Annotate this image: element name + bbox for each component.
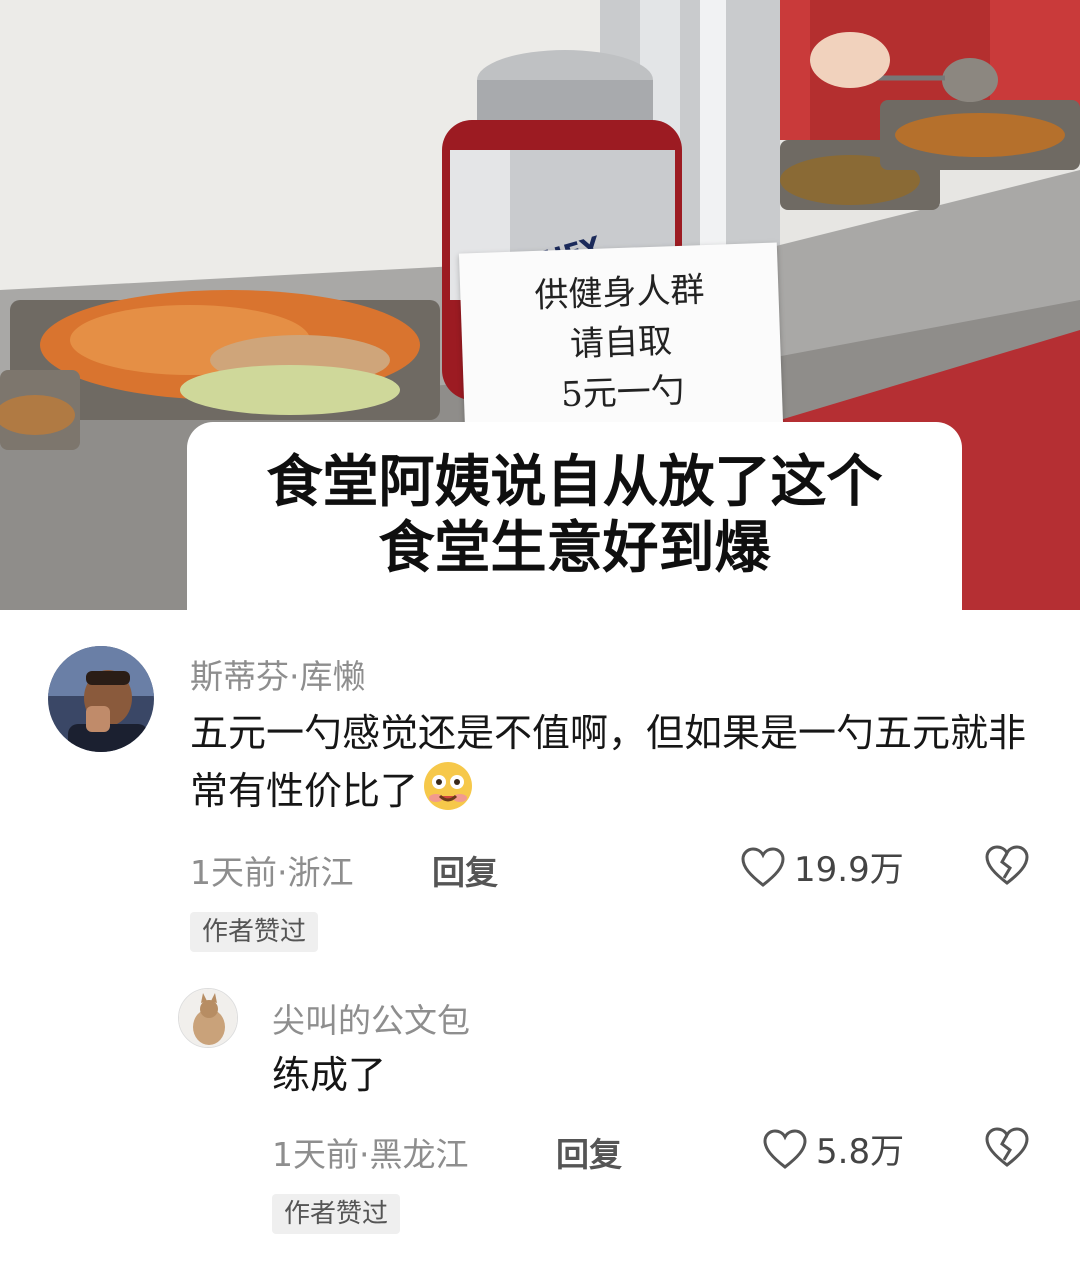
comment-text: 练成了 xyxy=(272,1053,387,1097)
comment-text-content: 五元一勺感觉还是不值啊，但如果是一勺五元就非常有性价比了 xyxy=(190,711,1027,813)
comment-time-location: 1天前·浙江 xyxy=(190,853,354,892)
author-liked-badge: 作者赞过 xyxy=(272,1194,401,1234)
like-count: 5.8万 xyxy=(816,1132,905,1172)
heart-outline-icon xyxy=(741,846,785,887)
reply-button[interactable]: 回复 xyxy=(556,1128,622,1176)
like-count: 19.9万 xyxy=(794,850,904,890)
comment-username[interactable]: 尖叫的公文包 xyxy=(272,994,470,1042)
reply-comment-item: 尖叫的公文包 练成了 1天前·黑龙江 回复 5.8万 作者赞过 xyxy=(0,960,1080,1262)
heart-outline-icon xyxy=(763,1128,807,1169)
avatar[interactable] xyxy=(48,646,154,752)
caption-line: 食堂阿姨说自从放了这个 xyxy=(266,450,883,515)
post-image[interactable]: E-WHEY 供健身人群 请自取 5元一勺 食堂阿姨说自从放了这个 食堂生意好到… xyxy=(0,0,1080,610)
broken-heart-icon xyxy=(985,1127,1029,1167)
broken-heart-icon xyxy=(985,845,1029,885)
comment-time-location: 1天前·黑龙江 xyxy=(272,1135,469,1174)
author-liked-badge: 作者赞过 xyxy=(190,912,319,952)
caption-line: 食堂生意好到爆 xyxy=(378,516,771,581)
like-button[interactable]: 19.9万 xyxy=(740,842,904,891)
drooling-face-emoji-icon xyxy=(422,760,474,812)
like-button[interactable]: 5.8万 xyxy=(762,1124,904,1173)
reply-button[interactable]: 回复 xyxy=(432,846,498,894)
image-caption: 食堂阿姨说自从放了这个 食堂生意好到爆 xyxy=(187,422,962,610)
comment-username[interactable]: 斯蒂芬·库懒 xyxy=(190,650,366,698)
sign-line: 5元一勺 xyxy=(560,370,686,416)
dislike-button[interactable] xyxy=(984,844,1030,890)
price-sign: 供健身人群 请自取 5元一勺 xyxy=(458,242,784,436)
comment-text: 五元一勺感觉还是不值啊，但如果是一勺五元就非常有性价比了 xyxy=(190,706,1040,818)
dislike-button[interactable] xyxy=(984,1126,1030,1172)
comment-item: 斯蒂芬·库懒 五元一勺感觉还是不值啊，但如果是一勺五元就非常有性价比了 1天前·… xyxy=(0,610,1080,960)
avatar[interactable] xyxy=(178,988,238,1048)
